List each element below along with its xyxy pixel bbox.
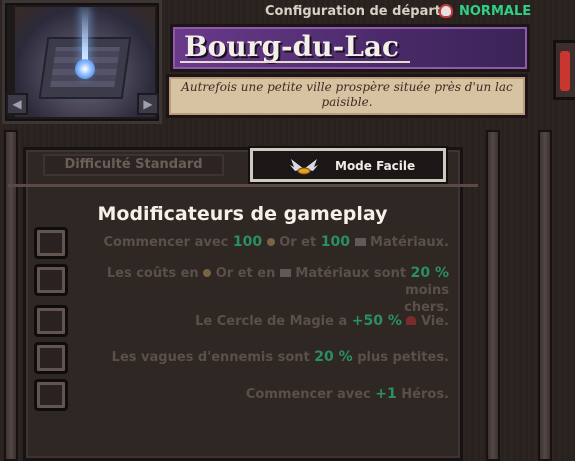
title-underline	[180, 61, 410, 63]
level-title: Bourg-du-Lac	[184, 30, 400, 63]
text-segment: Matériaux sont	[290, 266, 411, 281]
text-segment: Les vagues d'ennemis sont	[111, 350, 315, 365]
tab-easy-label: Mode Facile	[335, 159, 416, 173]
tab-easy-mode[interactable]: Mode Facile	[250, 148, 446, 182]
magic-orb	[75, 59, 95, 79]
modifier-row-extra-hero: Commencer avec +1 Héros.	[34, 379, 449, 411]
text-segment: plus petites.	[352, 350, 449, 365]
text-segment: Héros.	[396, 387, 449, 402]
modifier-text: Commencer avec 100 Or et 100 Matériaux.	[79, 234, 449, 251]
level-description: Autrefois une petite ville prospère situ…	[181, 80, 513, 109]
value-heroes: +1	[375, 386, 397, 402]
value-percent: +50 %	[351, 313, 402, 329]
value-percent: 20 %	[314, 349, 353, 365]
text-segment: Matériaux.	[365, 235, 449, 250]
config-label: Configuration de départ :	[265, 4, 451, 19]
text-segment: Or et en	[211, 266, 280, 281]
arrow-left-icon[interactable]: ◀	[6, 93, 28, 115]
value-materials: 100	[320, 234, 350, 250]
tab-rail	[8, 184, 478, 187]
level-thumbnail: ◀ ▶	[2, 0, 162, 124]
text-segment: Les coûts en	[106, 266, 204, 281]
modifier-row-magic-circle: Le Cercle de Magie a +50 % Vie.	[34, 305, 449, 337]
modifier-row-enemy-waves: Les vagues d'ennemis sont 20 % plus peti…	[34, 342, 449, 374]
modifier-text: Le Cercle de Magie a +50 % Vie.	[79, 313, 449, 330]
modifier-checkbox[interactable]	[34, 264, 68, 296]
arrow-right-icon[interactable]: ▶	[137, 93, 159, 115]
modifier-row-cost-reduction: Les coûts en Or et en Matériaux sont 20 …	[34, 264, 449, 315]
text-segment: Vie.	[416, 314, 449, 329]
materials-icon	[354, 238, 366, 246]
value-gold: 100	[232, 234, 263, 250]
text-segment: Commencer avec	[103, 235, 233, 250]
modifier-checkbox[interactable]	[34, 227, 68, 259]
modifier-checkbox[interactable]	[34, 305, 68, 337]
pillar-right-inner	[486, 130, 500, 461]
difficulty-value: NORMALE	[459, 4, 532, 19]
modifier-text: Commencer avec +1 Héros.	[79, 386, 449, 403]
modifier-row-start-resources: Commencer avec 100 Or et 100 Matériaux.	[34, 227, 449, 259]
value-percent: 20 %	[410, 265, 449, 281]
text-segment: Or et	[274, 235, 321, 250]
modifier-checkbox[interactable]	[34, 379, 68, 411]
modifier-text: Les vagues d'ennemis sont 20 % plus peti…	[79, 349, 449, 366]
materials-icon	[279, 269, 291, 277]
heart-icon	[406, 316, 417, 325]
text-segment: moins	[405, 283, 449, 298]
level-preview-image	[15, 7, 155, 117]
modifier-checkbox[interactable]	[34, 342, 68, 374]
text-segment: Le Cercle de Magie a	[195, 314, 352, 329]
modifiers-title: Modificateurs de gameplay	[97, 203, 388, 225]
pillar-left	[4, 130, 18, 461]
gold-coin-icon	[266, 238, 275, 246]
game-screen: ◀ ▶ Configuration de départ : NORMALE Bo…	[0, 0, 575, 461]
side-tab[interactable]	[553, 40, 575, 100]
gold-coin-icon	[203, 269, 212, 277]
pillar-right	[538, 130, 552, 461]
wings-icon	[290, 159, 318, 175]
text-segment: Commencer avec	[245, 387, 376, 402]
tab-standard-difficulty[interactable]: Difficulté Standard	[43, 154, 224, 176]
skull-icon	[439, 4, 453, 18]
